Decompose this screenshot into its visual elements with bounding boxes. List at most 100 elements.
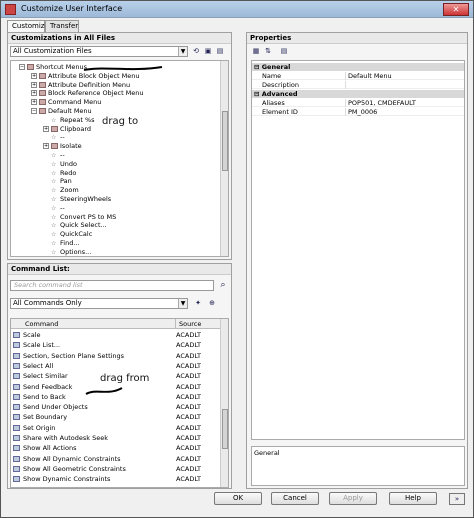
collapse-icon[interactable]: » bbox=[449, 493, 465, 505]
command-name: Select Similar bbox=[23, 372, 68, 381]
property-row[interactable]: Name Default Menu bbox=[252, 72, 464, 80]
tree-item-label: Block Reference Object Menu bbox=[48, 89, 144, 98]
tree-item[interactable]: ☆ Pan bbox=[43, 177, 72, 185]
tree-item-label: -- bbox=[60, 151, 65, 159]
expand-icon[interactable]: + bbox=[31, 81, 37, 88]
command-row[interactable]: Set Origin ACADLT bbox=[13, 424, 221, 433]
tree-item-label: -- bbox=[60, 203, 65, 212]
collapse-icon[interactable]: − bbox=[31, 108, 37, 114]
property-value[interactable]: Default Menu bbox=[348, 72, 392, 80]
tree-scroll-thumb[interactable] bbox=[222, 111, 228, 171]
tree-item[interactable]: + Isolate bbox=[43, 142, 82, 150]
command-list-scrollbar[interactable] bbox=[220, 319, 228, 487]
command-name: Section, Section Plane Settings bbox=[23, 351, 125, 360]
tree-item[interactable]: + Command Menu bbox=[31, 98, 101, 106]
tab-transfer[interactable]: Transfer bbox=[45, 20, 79, 32]
command-row[interactable]: Show All Actions ACADLT bbox=[13, 444, 221, 453]
customization-files-dropdown[interactable]: All Customization Files ▼ bbox=[10, 46, 188, 57]
command-row[interactable]: Show All Geometric Constraints ACADLT bbox=[13, 465, 221, 474]
tree-item[interactable]: ☆ Zoom bbox=[43, 186, 79, 194]
command-row[interactable]: Set Boundary ACADLT bbox=[13, 413, 221, 422]
property-category[interactable]: ⊟ Advanced bbox=[252, 90, 464, 98]
ok-button[interactable]: OK bbox=[214, 492, 262, 505]
scribble-mark bbox=[85, 387, 123, 395]
apply-button[interactable]: Apply bbox=[329, 492, 377, 505]
tree-item[interactable]: ☆ Find... bbox=[43, 239, 80, 247]
tree-item[interactable]: ☆ -- bbox=[43, 204, 65, 212]
tree-item[interactable]: + Block Reference Object Menu bbox=[31, 89, 144, 97]
expand-icon[interactable]: + bbox=[31, 99, 37, 106]
property-row[interactable]: Element ID PM_0006 bbox=[252, 108, 464, 116]
command-source: ACADLT bbox=[176, 351, 202, 360]
load-file-icon[interactable]: ⟲ bbox=[191, 46, 201, 56]
property-category[interactable]: ⊟ General bbox=[252, 63, 464, 71]
command-icon bbox=[13, 424, 20, 431]
col-source-header[interactable]: Source bbox=[175, 319, 201, 329]
command-row[interactable]: Send Under Objects ACADLT bbox=[13, 403, 221, 412]
command-icon bbox=[13, 414, 20, 421]
expand-icon[interactable]: + bbox=[31, 90, 37, 97]
customization-tree[interactable]: − Shortcut Menus + Attribute Block Object M… bbox=[10, 60, 229, 257]
properties-title: Properties bbox=[247, 33, 467, 44]
property-value[interactable]: POP501, CMDEFAULT bbox=[348, 99, 416, 107]
command-scroll-thumb[interactable] bbox=[222, 409, 228, 449]
expand-icon[interactable]: + bbox=[31, 72, 37, 79]
alphabetical-icon[interactable]: ⇅ bbox=[263, 46, 273, 56]
title-bar[interactable]: Customize User Interface ✕ bbox=[1, 1, 473, 18]
tree-item[interactable]: − Shortcut Menus bbox=[19, 63, 87, 71]
command-row[interactable]: Share with Autodesk Seek ACADLT bbox=[13, 434, 221, 443]
tree-item[interactable]: ☆ -- bbox=[43, 133, 65, 141]
command-row[interactable]: Section, Section Plane Settings ACADLT bbox=[13, 352, 221, 361]
tree-item[interactable]: − Default Menu bbox=[31, 107, 92, 115]
tree-item[interactable]: ☆ Undo bbox=[43, 160, 77, 168]
property-value[interactable]: PM_0006 bbox=[348, 108, 377, 116]
tree-item[interactable]: + Attribute Definition Menu bbox=[31, 81, 130, 89]
property-pages-icon[interactable]: ▤ bbox=[279, 46, 289, 56]
tree-item[interactable]: ☆ Convert PS to MS bbox=[43, 213, 116, 221]
cancel-button[interactable]: Cancel bbox=[271, 492, 319, 505]
window-title: Customize User Interface bbox=[21, 4, 123, 13]
property-grid[interactable]: ⊟ General Name Default Menu Description ⊟ Ad… bbox=[251, 60, 465, 440]
display-filters-icon[interactable]: ▤ bbox=[215, 46, 225, 56]
command-source: ACADLT bbox=[176, 444, 202, 453]
command-search-input[interactable]: Search command list bbox=[10, 280, 214, 291]
command-source: ACADLT bbox=[176, 454, 202, 463]
new-command-icon[interactable]: ⊕ bbox=[207, 298, 217, 308]
tab-customize[interactable]: Customize bbox=[7, 20, 49, 32]
property-row[interactable]: Aliases POP501, CMDEFAULT bbox=[252, 99, 464, 107]
col-command-header[interactable]: Command bbox=[25, 319, 58, 329]
expand-icon[interactable]: + bbox=[43, 125, 49, 132]
command-list-pane: Command List: Search command list ⌕ All … bbox=[7, 263, 232, 489]
tree-item[interactable]: ☆ Options... bbox=[43, 248, 91, 256]
command-star-icon: ☆ bbox=[51, 187, 57, 195]
command-star-icon: ☆ bbox=[51, 248, 57, 256]
command-row[interactable]: Scale List... ACADLT bbox=[13, 341, 221, 350]
command-list-table[interactable]: Command Source Scale ACADLT Scale List... A… bbox=[10, 318, 229, 488]
tree-item[interactable]: ☆ Repeat %s bbox=[43, 116, 95, 124]
tree-item[interactable]: + Clipboard bbox=[43, 125, 91, 133]
categorized-icon[interactable]: ▦ bbox=[251, 46, 261, 56]
tree-item[interactable]: ☆ Redo bbox=[43, 169, 76, 177]
collapse-icon[interactable]: − bbox=[19, 64, 25, 70]
tree-item-label: Clipboard bbox=[60, 124, 92, 133]
menu-folder-icon bbox=[51, 125, 58, 132]
close-icon[interactable]: ✕ bbox=[443, 3, 469, 16]
expand-icon[interactable]: + bbox=[43, 143, 49, 150]
tree-item[interactable]: ☆ SteeringWheels bbox=[43, 195, 111, 203]
tree-item[interactable]: ☆ Quick Select... bbox=[43, 221, 107, 229]
tree-item[interactable]: ☆ QuickCalc bbox=[43, 230, 92, 238]
tree-item[interactable]: ☆ -- bbox=[43, 151, 65, 159]
tree-item-label: SteeringWheels bbox=[60, 195, 112, 203]
search-icon[interactable]: ⌕ bbox=[218, 280, 228, 290]
command-row[interactable]: Scale ACADLT bbox=[13, 331, 221, 340]
property-row[interactable]: Description bbox=[252, 81, 464, 89]
tree-scrollbar[interactable] bbox=[220, 61, 228, 256]
star-icon[interactable]: ✦ bbox=[193, 298, 203, 308]
command-filter-dropdown[interactable]: All Commands Only ▼ bbox=[10, 298, 188, 309]
command-row[interactable]: Show Dynamic Constraints ACADLT bbox=[13, 475, 221, 484]
tree-item-label: Isolate bbox=[60, 142, 82, 151]
help-button[interactable]: Help bbox=[389, 492, 437, 505]
save-icon[interactable]: ▣ bbox=[203, 46, 213, 56]
command-row[interactable]: Select All ACADLT bbox=[13, 362, 221, 371]
command-row[interactable]: Show All Dynamic Constraints ACADLT bbox=[13, 455, 221, 464]
